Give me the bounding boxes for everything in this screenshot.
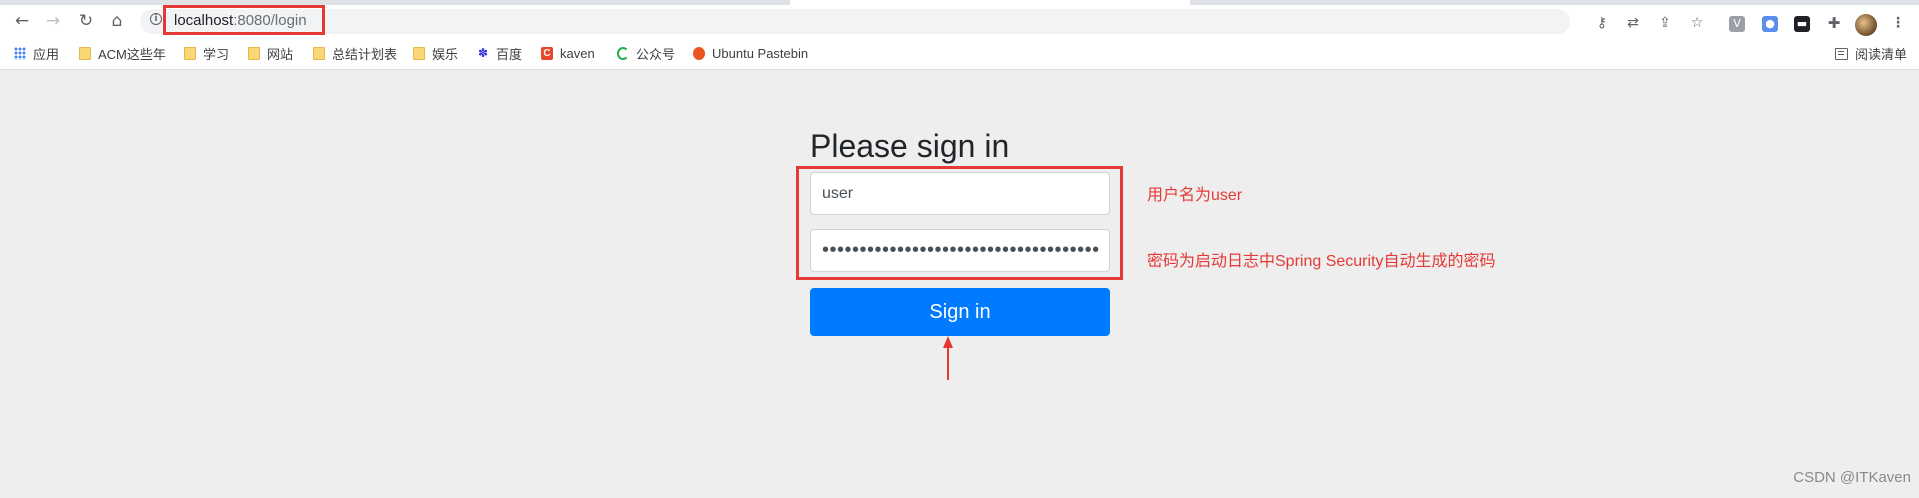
folder-icon <box>313 47 325 60</box>
wechat-icon <box>617 47 629 60</box>
password-annotation: 密码为启动日志中Spring Security自动生成的密码 <box>1147 253 1496 270</box>
bookmark-label: 公众号 <box>636 47 676 62</box>
bookmark-kaven[interactable]: Ckaven <box>541 45 595 62</box>
folder-icon <box>248 47 260 60</box>
star-icon[interactable]: ☆ <box>1688 15 1706 31</box>
extension-icon[interactable]: ● <box>1762 16 1778 32</box>
extension-icon[interactable]: ▬ <box>1794 16 1810 32</box>
bookmark-label: Ubuntu Pastebin <box>712 46 809 61</box>
bookmark-label: 网站 <box>267 47 294 62</box>
reload-icon[interactable]: ↻ <box>73 9 99 33</box>
reading-list-label: 阅读清单 <box>1855 47 1908 62</box>
bookmark-label: kaven <box>560 46 595 61</box>
folder-icon <box>413 47 425 60</box>
bookmark-ubuntu-pastebin[interactable]: Ubuntu Pastebin <box>693 45 808 62</box>
arrow-right-icon[interactable]: → <box>40 9 66 33</box>
bookmark-apps[interactable]: 应用 <box>14 45 59 62</box>
bookmark-folder[interactable]: 总结计划表 <box>313 45 397 62</box>
kebab-menu-icon[interactable]: ⋮ <box>1889 15 1907 31</box>
bookmark-label: 学习 <box>203 47 230 62</box>
address-bar[interactable] <box>140 9 1570 34</box>
annotation-arrow-icon <box>943 336 953 380</box>
sign-in-button[interactable]: Sign in <box>810 288 1110 336</box>
baidu-icon: ✽ <box>477 46 489 60</box>
bookmark-label: ACM这些年 <box>98 47 166 62</box>
ubuntu-icon <box>693 47 705 60</box>
url-highlight-box <box>163 5 325 35</box>
translate-icon[interactable]: ⇄ <box>1624 15 1642 31</box>
csdn-icon: C <box>541 47 553 60</box>
vue-devtools-icon[interactable]: V <box>1729 16 1745 32</box>
folder-icon <box>184 47 196 60</box>
share-icon[interactable]: ⇪ <box>1656 15 1674 31</box>
reading-list-icon <box>1835 47 1848 60</box>
puzzle-icon[interactable]: ✚ <box>1825 14 1843 32</box>
avatar[interactable] <box>1855 14 1877 36</box>
bookmark-baidu[interactable]: ✽ 百度 <box>477 45 523 63</box>
key-icon[interactable]: ⚷ <box>1593 15 1611 31</box>
bookmark-folder[interactable]: 网站 <box>248 45 293 62</box>
home-icon[interactable]: ⌂ <box>104 9 130 33</box>
info-icon[interactable]: i <box>150 13 162 25</box>
bookmark-folder[interactable]: 娱乐 <box>413 45 458 62</box>
arrow-left-icon[interactable]: ← <box>9 9 35 33</box>
reading-list[interactable]: 阅读清单 <box>1835 45 1907 62</box>
folder-icon <box>79 47 91 60</box>
bookmark-label: 应用 <box>33 47 60 62</box>
watermark: CSDN @ITKaven <box>1793 469 1911 486</box>
bookmark-folder[interactable]: ACM这些年 <box>79 45 166 62</box>
username-annotation: 用户名为user <box>1147 187 1243 204</box>
bookmark-label: 总结计划表 <box>332 47 398 62</box>
fields-highlight-box <box>796 166 1123 280</box>
bookmark-label: 娱乐 <box>432 47 459 62</box>
bookmark-wechat[interactable]: 公众号 <box>617 45 675 62</box>
apps-grid-icon <box>14 47 26 60</box>
bookmark-folder[interactable]: 学习 <box>184 45 229 62</box>
page-title: Please sign in <box>810 128 1010 164</box>
bookmark-label: 百度 <box>496 47 523 62</box>
bookmarks-bar: 应用 ACM这些年 学习 网站 总结计划表 娱乐 ✽ 百度 Ckaven 公众号 … <box>0 37 1919 70</box>
